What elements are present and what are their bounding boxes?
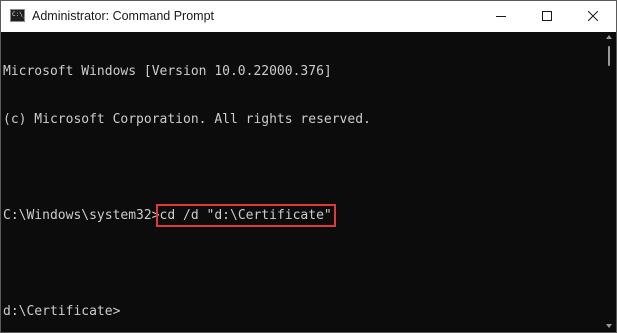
scroll-thumb[interactable] xyxy=(608,46,610,66)
scroll-up-arrow-icon[interactable] xyxy=(606,35,612,39)
terminal-output[interactable]: Microsoft Windows [Version 10.0.22000.37… xyxy=(1,32,602,332)
app-icon-text: C:\_ xyxy=(12,11,27,18)
scroll-down-arrow-icon[interactable] xyxy=(606,324,612,328)
prompt-path: C:\Windows\system32> xyxy=(3,208,160,223)
close-icon xyxy=(588,11,598,21)
maximize-icon xyxy=(542,11,552,21)
close-button[interactable] xyxy=(570,1,616,32)
terminal-line-copyright: (c) Microsoft Corporation. All rights re… xyxy=(3,112,371,127)
title-bar[interactable]: C:\_ Administrator: Command Prompt xyxy=(1,1,616,32)
maximize-button[interactable] xyxy=(524,1,570,32)
vertical-scrollbar[interactable] xyxy=(602,32,616,332)
window-title: Administrator: Command Prompt xyxy=(32,9,215,23)
minimize-button[interactable] xyxy=(478,1,524,32)
cmd-app-icon[interactable]: C:\_ xyxy=(10,9,27,22)
terminal-current-prompt: d:\Certificate> xyxy=(3,304,121,319)
minimize-icon xyxy=(496,16,506,17)
highlighted-command: cd /d "d:\Certificate" xyxy=(155,204,336,227)
terminal-line-version: Microsoft Windows [Version 10.0.22000.37… xyxy=(3,64,332,79)
terminal-command-line: C:\Windows\system32>cd /d "d:\Certificat… xyxy=(3,204,602,227)
command-prompt-window: C:\_ Administrator: Command Prompt Micro… xyxy=(0,0,617,333)
